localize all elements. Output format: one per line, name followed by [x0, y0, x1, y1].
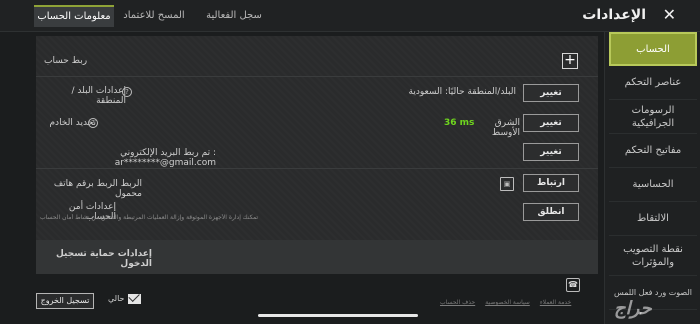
footer-links: خدمة العملاء سياسة الخصوصية حذف الحساب [440, 299, 571, 306]
server-value: الشرق الأوسط [491, 118, 520, 138]
sidebar-item-pickup[interactable]: الالتقاط [609, 202, 697, 236]
headset-icon[interactable]: ☎ [566, 278, 580, 292]
login-protection-label: إعدادات حماية تسجيل الدخول [56, 249, 152, 269]
link-account-label: ربط حساب [44, 56, 88, 66]
change-email-button[interactable]: تغيير [523, 143, 579, 161]
logout-button[interactable]: تسجيل الخروج [36, 293, 94, 309]
login-protection-section[interactable]: إعدادات حماية تسجيل الدخول [36, 240, 598, 274]
current-label: حالي [108, 294, 125, 303]
mail-icon[interactable] [128, 294, 141, 304]
divider [36, 76, 598, 77]
security-go-button[interactable]: انطلق [523, 203, 579, 221]
sidebar-item-graphics[interactable]: الرسومات الجرافيكية [609, 100, 697, 134]
tab-account-info[interactable]: معلومات الحساب [34, 5, 114, 27]
page-title: الإعدادات [582, 7, 646, 23]
tab-activity-log[interactable]: سجل الفعالية [194, 5, 274, 27]
gift-icon: ▣ [500, 177, 514, 191]
divider [36, 168, 598, 169]
account-panel: ربط حساب + إعدادات البلد / المنطقة ? الب… [36, 36, 598, 272]
sidebar-item-sensitivity[interactable]: الحساسية [609, 168, 697, 202]
tab-scan-auth[interactable]: المسح للاعتماد [114, 5, 194, 27]
sidebar: الحساب عناصر التحكم الرسومات الجرافيكية … [604, 32, 700, 324]
watermark-logo: حراج [614, 298, 652, 319]
security-note: تمكنك إدارة الأجهزة الموثوقة وإزالة العم… [40, 214, 259, 221]
phone-label: الربط الربط برقم هاتف محمول [53, 179, 142, 199]
add-account-button[interactable]: + [562, 53, 578, 69]
email-linked-text: تم ربط البريد الإلكتروني : ar********@gm… [114, 148, 216, 168]
footer: تسجيل الخروج حالي خدمة العملاء سياسة الخ… [0, 278, 604, 324]
privacy-policy-link[interactable]: سياسة الخصوصية [485, 299, 530, 306]
top-bar: سجل الفعالية المسح للاعتماد معلومات الحس… [0, 0, 700, 32]
sidebar-item-controls[interactable]: عناصر التحكم [609, 66, 697, 100]
help-icon[interactable]: ? [122, 87, 132, 97]
change-server-button[interactable]: تغيير [523, 114, 579, 132]
region-label: إعدادات البلد / المنطقة [71, 86, 127, 106]
link-phone-button[interactable]: ارتباط [523, 174, 579, 192]
tab-bar: سجل الفعالية المسح للاعتماد معلومات الحس… [34, 5, 274, 27]
sidebar-item-account[interactable]: الحساب [609, 32, 697, 66]
sidebar-item-control-keys[interactable]: مفاتيح التحكم [609, 134, 697, 168]
delete-account-link[interactable]: حذف الحساب [440, 299, 475, 306]
change-region-button[interactable]: تغيير [523, 84, 579, 102]
customer-service-link[interactable]: خدمة العملاء [540, 299, 571, 306]
sidebar-item-crosshair[interactable]: نقطة التصويب والمؤثرات [609, 236, 697, 276]
close-icon[interactable]: ✕ [663, 5, 676, 24]
home-indicator [258, 314, 418, 317]
region-value: البلد/المنطقة حاليًا: السعودية [408, 87, 516, 97]
help-icon[interactable]: ? [88, 118, 98, 128]
